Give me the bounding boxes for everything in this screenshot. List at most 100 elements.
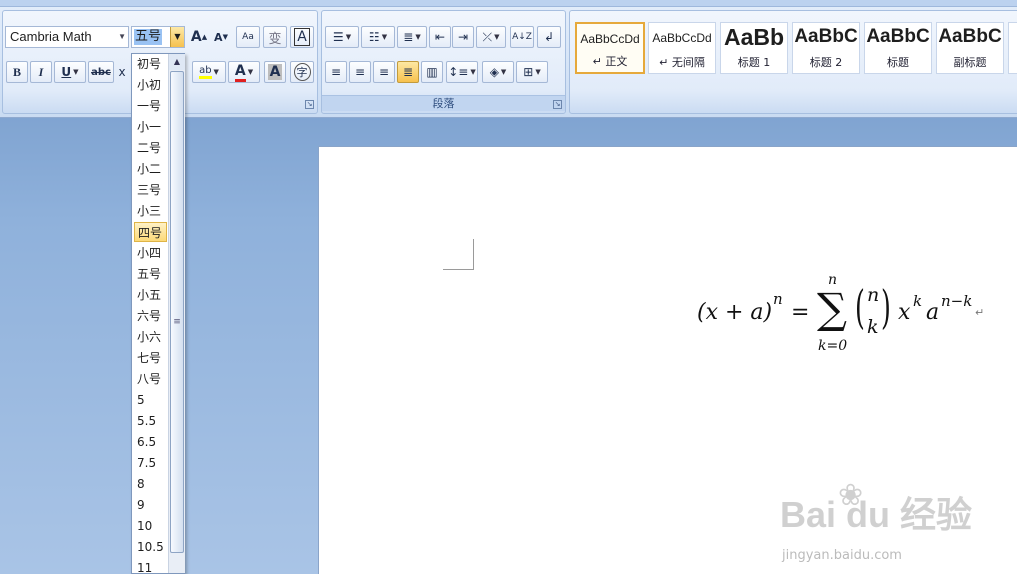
equation-binom-top: n — [867, 284, 880, 306]
equation-sum-upper: n — [828, 272, 838, 288]
shrink-font-icon: A — [214, 30, 223, 44]
line-spacing-button[interactable]: ↕≡ ▼ — [446, 61, 478, 83]
font-size-combo[interactable]: 五号 ▼ — [131, 26, 185, 48]
highlight-button[interactable]: ab ▼ — [192, 61, 226, 83]
grow-font-icon: A — [190, 29, 202, 45]
italic-button[interactable]: I — [30, 61, 52, 83]
shading-button[interactable]: ◈ ▼ — [482, 61, 514, 83]
char-shading-button[interactable]: A — [264, 61, 286, 83]
justify-button[interactable]: ≣ — [397, 61, 419, 83]
equation-sum-symbol: ∑ — [817, 284, 847, 333]
decrease-indent-button[interactable]: ⇤ — [429, 26, 451, 48]
font-size-option[interactable]: 小初 — [134, 75, 167, 95]
font-size-option[interactable]: 小三 — [134, 201, 167, 221]
scroll-up-icon[interactable]: ▲ — [169, 54, 185, 70]
font-size-option[interactable]: 9 — [134, 495, 167, 515]
style-heading-2[interactable]: AaBbC 标题 2 — [792, 22, 860, 74]
increase-indent-button[interactable]: ⇥ — [452, 26, 474, 48]
underline-button[interactable]: U ▼ — [54, 61, 86, 83]
style-name: 标题 — [887, 56, 909, 69]
distributed-button[interactable]: ▥ — [421, 61, 443, 83]
sort-button[interactable]: A↓Z — [510, 26, 534, 48]
dropdown-scrollbar[interactable]: ▲ ≡ — [168, 54, 185, 573]
equation-equals: = — [791, 300, 810, 325]
style-title[interactable]: AaBbC 标题 — [864, 22, 932, 74]
font-size-option[interactable]: 6.5 — [134, 432, 167, 452]
strikethrough-icon: abc — [91, 66, 111, 78]
font-size-option[interactable]: 六号 — [134, 306, 167, 326]
numbering-button[interactable]: ☷ ▼ — [361, 26, 395, 48]
bullets-button[interactable]: ☰ ▼ — [325, 26, 359, 48]
enclose-char-icon: 字 — [293, 63, 311, 81]
bullets-icon: ☰ — [332, 30, 344, 44]
phonetic-guide-button[interactable]: 变 — [263, 26, 287, 48]
font-color-button[interactable]: A ▼ — [228, 61, 260, 83]
font-size-option[interactable]: 三号 — [134, 180, 167, 200]
shrink-font-button[interactable]: A ▼ — [211, 26, 231, 48]
align-center-icon: ≡ — [354, 65, 366, 79]
paragraph-group-launcher[interactable]: ↘ — [553, 100, 562, 109]
equation-binom-bottom: k — [867, 316, 879, 338]
clear-format-button[interactable]: Aa — [236, 26, 260, 48]
font-size-dropdown[interactable]: 初号 小初 一号 小一 二号 小二 三号 小三 四号 小四 五号 小五 六号 小六 七号 八号 5 5.5 6.5 7… — [131, 53, 185, 574]
char-border-button[interactable]: A — [290, 26, 314, 48]
style-more-partial[interactable] — [1008, 22, 1017, 74]
font-size-option[interactable]: 八号 — [134, 369, 167, 389]
italic-icon: I — [38, 64, 44, 79]
font-size-option[interactable]: 5.5 — [134, 411, 167, 431]
paint-bucket-icon: ◈ — [489, 65, 499, 79]
chinese-layout-button[interactable]: ⤫ ▼ — [476, 26, 506, 48]
style-name: 副标题 — [953, 56, 987, 69]
enclose-char-button[interactable]: 字 — [290, 61, 314, 83]
style-name: 标题 2 — [809, 56, 843, 69]
font-size-option[interactable]: 7.5 — [134, 453, 167, 473]
font-size-option[interactable]: 五号 — [134, 264, 167, 284]
font-size-option[interactable]: 11 — [134, 558, 167, 574]
strikethrough-button[interactable]: abc — [88, 61, 114, 83]
font-size-option[interactable]: 小二 — [134, 159, 167, 179]
font-size-option[interactable]: 四号 — [134, 222, 167, 242]
font-size-option[interactable]: 二号 — [134, 138, 167, 158]
ribbon-tab-strip — [0, 0, 1017, 7]
font-size-option[interactable]: 小六 — [134, 327, 167, 347]
increase-indent-icon: ⇥ — [457, 30, 469, 44]
show-marks-button[interactable]: ↲ — [537, 26, 561, 48]
style-subtitle[interactable]: AaBbC 副标题 — [936, 22, 1004, 74]
borders-button[interactable]: ⊞ ▼ — [516, 61, 548, 83]
style-no-spacing[interactable]: AaBbCcDd ↵ 无间隔 — [648, 22, 716, 74]
font-group-launcher[interactable]: ↘ — [305, 100, 314, 109]
grow-font-button[interactable]: A ▲ — [189, 26, 209, 48]
font-size-option[interactable]: 一号 — [134, 96, 167, 116]
style-sample: AaBbC — [938, 26, 1002, 47]
style-normal[interactable]: AaBbCcDd ↵ 正文 — [575, 22, 645, 74]
font-size-option[interactable]: 初号 — [134, 54, 167, 74]
font-size-option[interactable]: 10 — [134, 516, 167, 536]
font-size-option[interactable]: 小四 — [134, 243, 167, 263]
font-name-dropdown-icon[interactable]: ▼ — [118, 27, 126, 47]
font-size-dropdown-icon[interactable]: ▼ — [170, 27, 184, 47]
underline-icon: U — [61, 65, 72, 79]
font-name-value: Cambria Math — [10, 29, 92, 44]
bold-button[interactable]: B — [6, 61, 28, 83]
font-size-option[interactable]: 小一 — [134, 117, 167, 137]
font-size-option[interactable]: 8 — [134, 474, 167, 494]
align-right-button[interactable]: ≡ — [373, 61, 395, 83]
font-size-option[interactable]: 小五 — [134, 285, 167, 305]
font-name-combo[interactable]: Cambria Math ▼ — [5, 26, 129, 48]
font-size-option[interactable]: 5 — [134, 390, 167, 410]
align-left-button[interactable]: ≡ — [325, 61, 347, 83]
align-left-icon: ≡ — [330, 65, 342, 79]
numbering-icon: ☷ — [368, 30, 380, 44]
equation-binom-close: ) — [881, 280, 891, 334]
font-size-option[interactable]: 七号 — [134, 348, 167, 368]
equation-sum-lower: k=0 — [818, 338, 848, 354]
font-size-option[interactable]: 10.5 — [134, 537, 167, 557]
multilevel-list-button[interactable]: ≣ ▼ — [397, 26, 427, 48]
subscript-icon[interactable]: x — [115, 61, 129, 83]
align-center-button[interactable]: ≡ — [349, 61, 371, 83]
style-sample: AaBbCcDd — [652, 31, 712, 45]
decrease-indent-icon: ⇤ — [434, 30, 446, 44]
style-heading-1[interactable]: AaBb 标题 1 — [720, 22, 788, 74]
margin-corner-mark — [443, 269, 474, 270]
scroll-thumb[interactable]: ≡ — [170, 71, 184, 553]
